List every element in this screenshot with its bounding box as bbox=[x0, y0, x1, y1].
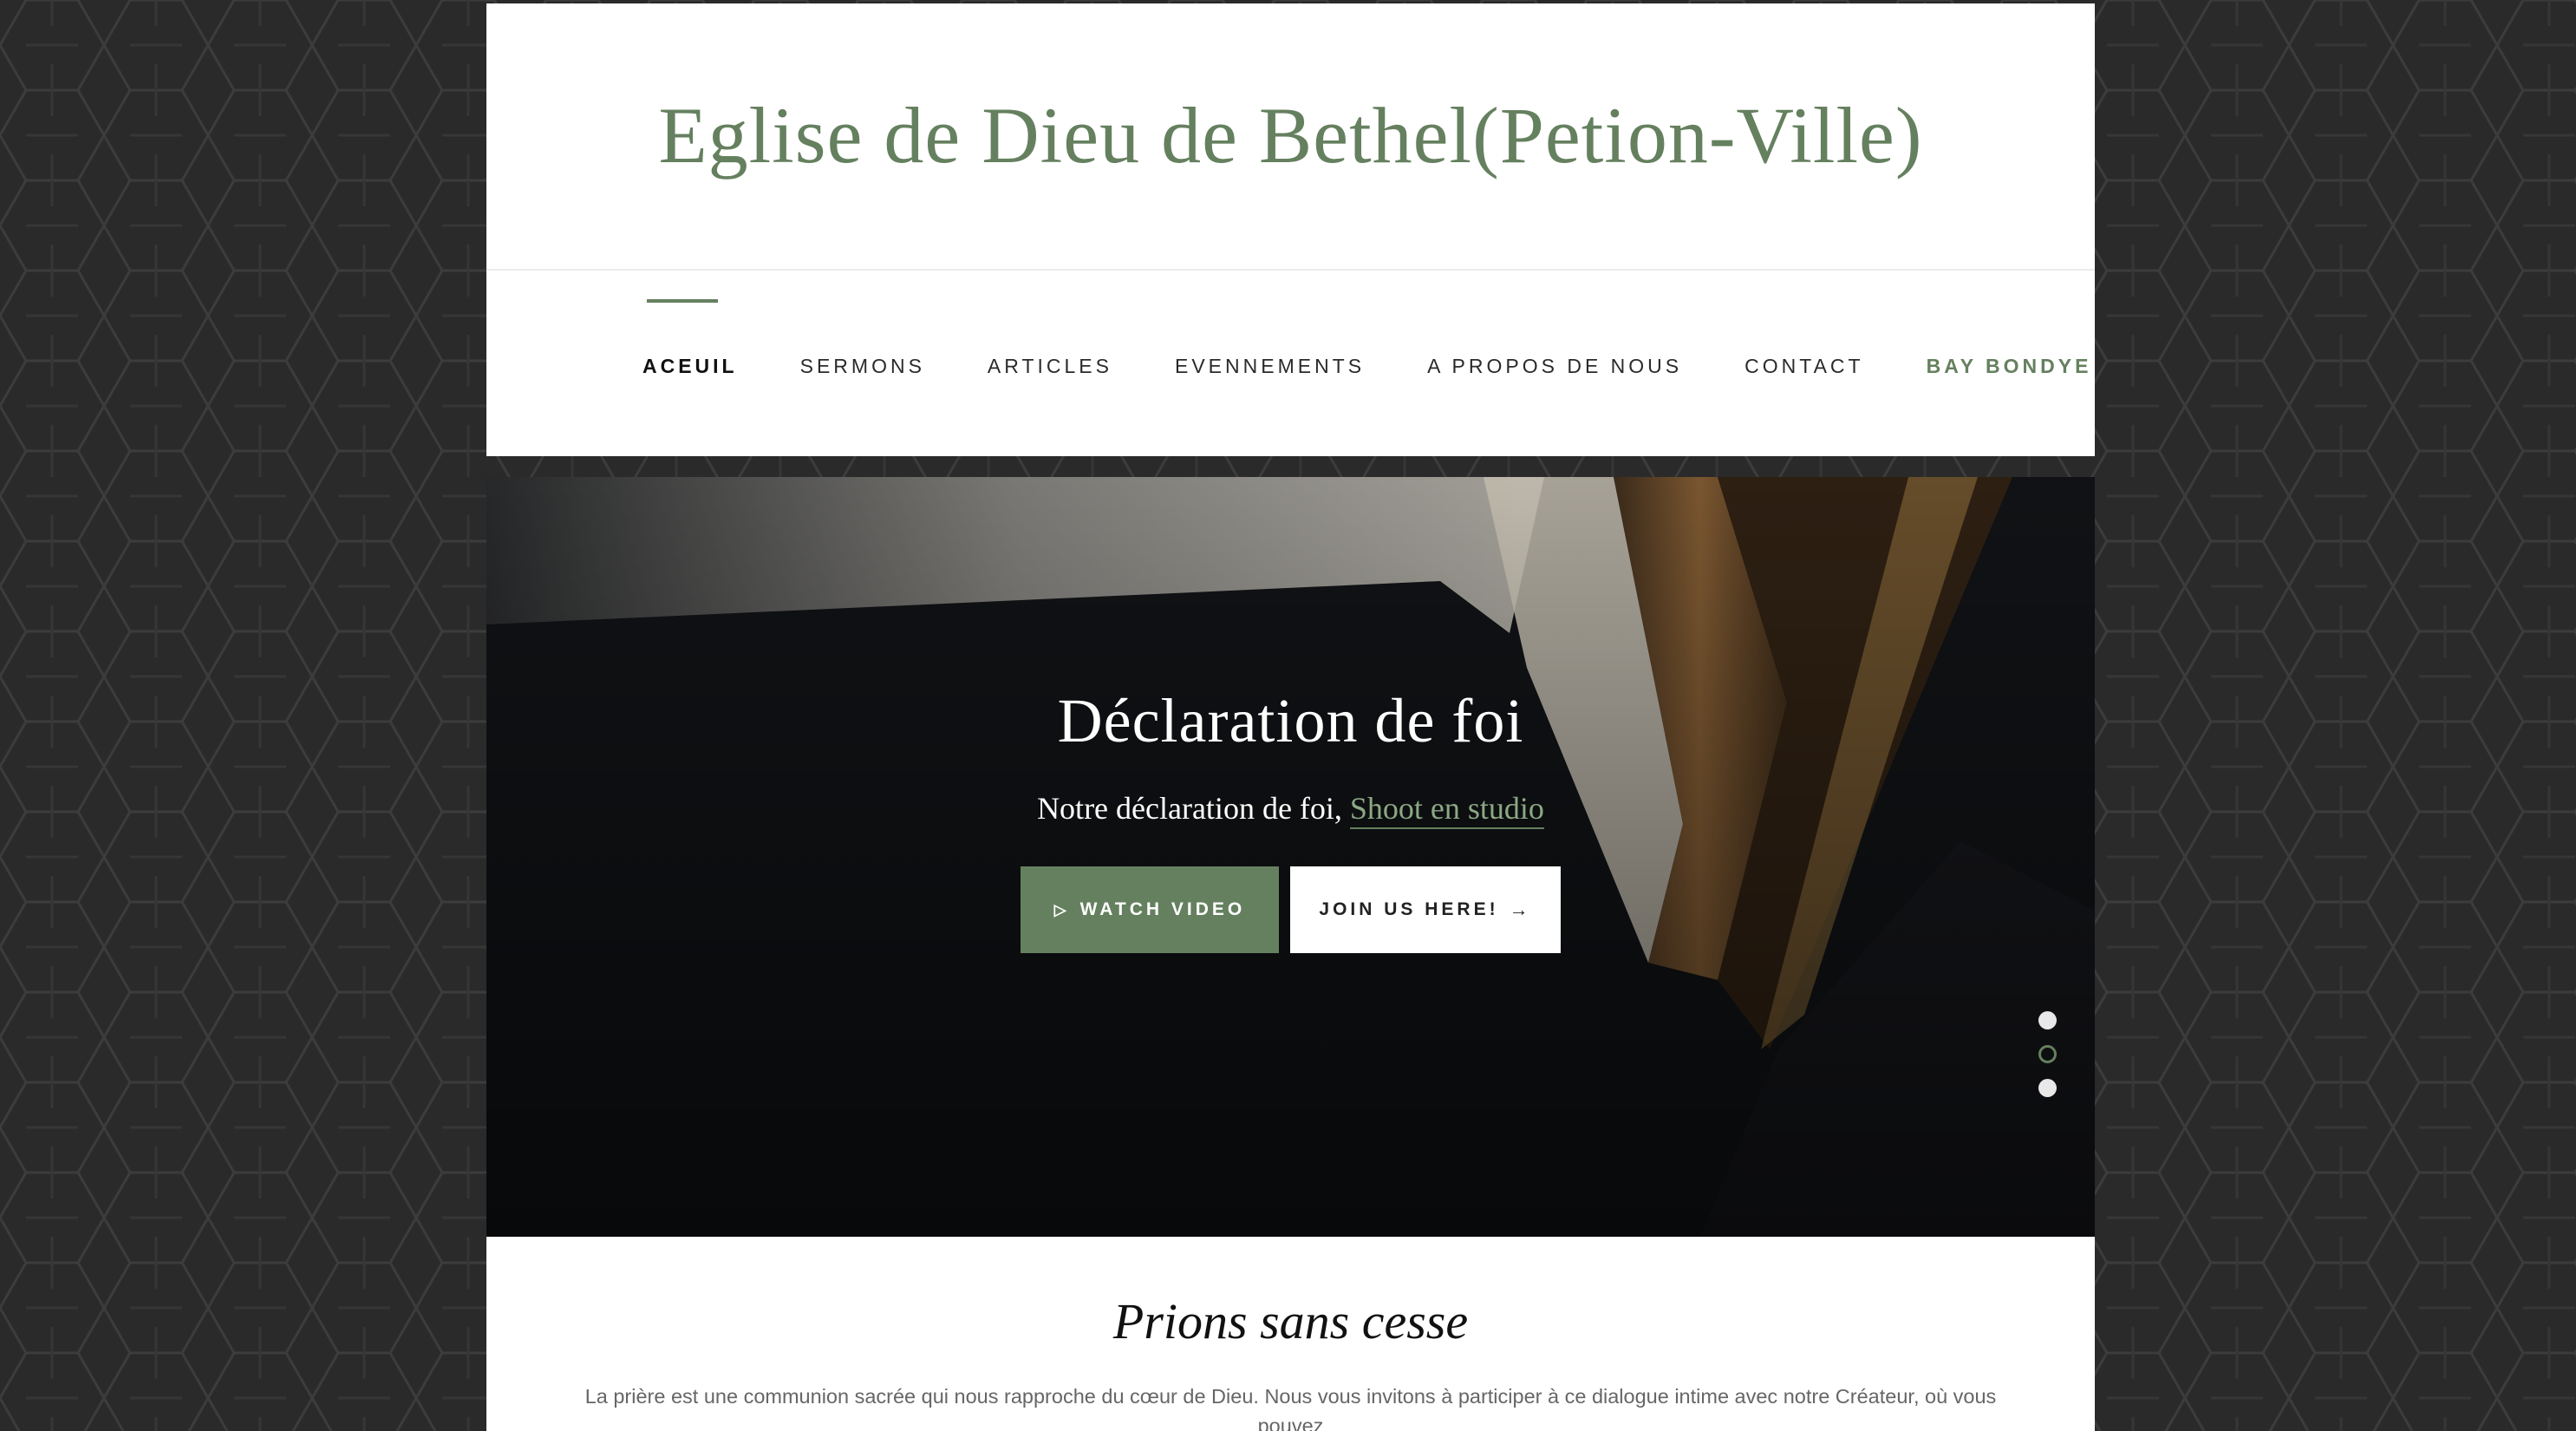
nav-item-evennements[interactable]: EVENNEMENTS bbox=[1175, 350, 1365, 378]
arrow-right-icon: → bbox=[1509, 898, 1532, 920]
slider-dot-2[interactable] bbox=[2038, 1045, 2057, 1063]
hero-title: Déclaration de foi bbox=[1057, 686, 1524, 755]
nav-item-articles[interactable]: ARTICLES bbox=[988, 350, 1112, 378]
hero-subtitle: Notre déclaration de foi, Shoot en studi… bbox=[486, 790, 2095, 829]
hero-slider: Déclaration de foi Notre déclaration de … bbox=[486, 477, 2095, 1237]
main-nav: ACEUIL SERMONS ARTICLES EVENNEMENTS A PR… bbox=[486, 271, 2095, 456]
join-us-button[interactable]: JOIN US HERE! → bbox=[1290, 866, 1561, 953]
watch-video-button[interactable]: ▷ WATCH VIDEO bbox=[1021, 866, 1279, 953]
nav-item-bay-bondye[interactable]: BAY BONDYE bbox=[1927, 350, 2092, 378]
slider-dots bbox=[2038, 1011, 2057, 1097]
section-text: La prière est une communion sacrée qui n… bbox=[584, 1385, 1997, 1431]
nav-item-accueil[interactable]: ACEUIL bbox=[642, 298, 738, 378]
slider-dot-3[interactable] bbox=[2038, 1079, 2057, 1097]
page-container: Eglise de Dieu de Bethel(Petion-Ville) A… bbox=[486, 3, 2095, 1431]
watch-video-label: WATCH VIDEO bbox=[1079, 899, 1246, 919]
site-header: Eglise de Dieu de Bethel(Petion-Ville) bbox=[486, 3, 2095, 271]
nav-item-contact[interactable]: CONTACT bbox=[1745, 350, 1863, 378]
hero-buttons: ▷ WATCH VIDEO JOIN US HERE! → bbox=[486, 866, 2095, 953]
hero-content: Déclaration de foi Notre déclaration de … bbox=[486, 685, 2095, 953]
slider-dot-1[interactable] bbox=[2038, 1011, 2057, 1029]
hero-subtitle-text: Notre déclaration de foi, bbox=[1037, 791, 1342, 826]
join-us-label: JOIN US HERE! bbox=[1319, 899, 1499, 919]
nav-item-a-propos[interactable]: A PROPOS DE NOUS bbox=[1427, 350, 1682, 378]
site-title[interactable]: Eglise de Dieu de Bethel(Petion-Ville) bbox=[658, 89, 1922, 181]
section-title: Prions sans cesse bbox=[1112, 1293, 1469, 1349]
nav-item-sermons[interactable]: SERMONS bbox=[800, 350, 925, 378]
prayer-section: Prions sans cesse La prière est une comm… bbox=[486, 1237, 2095, 1431]
hero-subtitle-link[interactable]: Shoot en studio bbox=[1349, 791, 1544, 829]
play-icon: ▷ bbox=[1053, 900, 1070, 918]
